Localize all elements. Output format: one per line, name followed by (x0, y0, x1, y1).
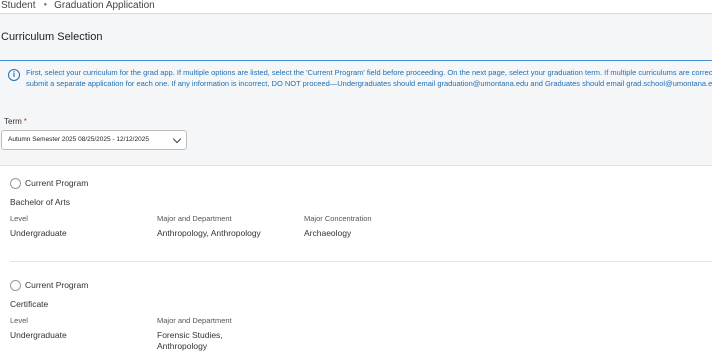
current-program-radio[interactable] (10, 178, 21, 189)
radio-label[interactable]: Current Program (25, 280, 88, 290)
concentration-value: Archaeology (304, 228, 352, 238)
info-line-2: submit a separate application for each o… (26, 79, 712, 88)
level-value: Undergraduate (10, 330, 67, 340)
major-value: Forensic Studies, Anthropology (157, 330, 223, 352)
breadcrumb-separator-icon: ● (43, 2, 48, 8)
main-content: i First, select your curriculum for the … (0, 61, 712, 356)
chevron-down-icon (172, 134, 182, 144)
level-label: Level (10, 214, 28, 223)
program-list: Current Program Bachelor of Arts Level U… (0, 165, 712, 356)
radio-label[interactable]: Current Program (25, 178, 88, 188)
info-message: i First, select your curriculum for the … (8, 67, 712, 89)
breadcrumb-current-page: Graduation Application (54, 0, 155, 11)
level-value: Undergraduate (10, 228, 67, 238)
breadcrumb: Student ● Graduation Application (1, 0, 155, 13)
degree-name: Certificate (10, 299, 49, 309)
level-label: Level (10, 316, 28, 325)
major-label: Major and Department (157, 316, 232, 325)
info-line-1: First, select your curriculum for the gr… (26, 68, 712, 77)
current-program-radio[interactable] (10, 280, 21, 291)
term-selected-value: Autumn Semester 2025 08/25/2025 - 12/12/… (8, 136, 149, 143)
page-title: Curriculum Selection (1, 31, 103, 43)
major-value-line-2: Anthropology (157, 341, 208, 351)
term-select[interactable]: Autumn Semester 2025 08/25/2025 - 12/12/… (1, 130, 187, 150)
program-divider (10, 261, 712, 262)
major-label: Major and Department (157, 214, 232, 223)
major-value-line-1: Forensic Studies, (157, 330, 223, 340)
info-text: First, select your curriculum for the gr… (26, 67, 712, 89)
term-label: Term * (4, 117, 27, 126)
term-label-text: Term (4, 117, 22, 126)
breadcrumb-student-link[interactable]: Student (1, 0, 35, 11)
major-value: Anthropology, Anthropology (157, 228, 261, 238)
info-icon: i (8, 69, 20, 81)
degree-name: Bachelor of Arts (10, 197, 71, 207)
concentration-label: Major Concentration (304, 214, 372, 223)
required-marker: * (23, 117, 27, 126)
page-header: Curriculum Selection (0, 14, 712, 61)
